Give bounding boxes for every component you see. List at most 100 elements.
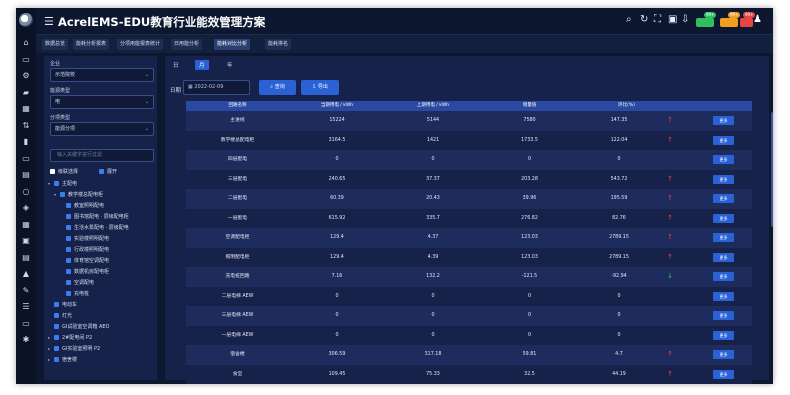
tree-node[interactable]: 电动车 — [62, 301, 77, 308]
tree-toggle-icon[interactable]: ▸ — [48, 357, 50, 362]
tree-search-input[interactable]: 输入关键字进行过滤 — [50, 149, 154, 162]
tree-node[interactable]: 数据机房配电柜 — [74, 268, 109, 275]
tree-checkbox[interactable] — [60, 192, 65, 197]
row-detail-button[interactable]: 更多 — [713, 116, 734, 125]
tree-checkbox[interactable] — [66, 236, 71, 241]
row-detail-button[interactable]: 更多 — [713, 350, 734, 359]
lock-icon[interactable]: ▲ — [16, 266, 36, 283]
tree-node[interactable]: 行政楼照明配电 — [74, 246, 109, 253]
vertical-scrollbar[interactable] — [771, 112, 773, 227]
notification-green-button[interactable] — [696, 18, 714, 27]
tree-toggle-icon[interactable]: ▸ — [48, 335, 50, 340]
tree-checkbox[interactable] — [54, 181, 59, 186]
sensor-icon[interactable]: ◈ — [16, 200, 36, 217]
tab-year[interactable]: 年 — [223, 60, 237, 70]
tree-checkbox[interactable] — [66, 258, 71, 263]
row-detail-button[interactable]: 更多 — [713, 252, 734, 262]
tree-node[interactable]: GI试验室空调箱 AEO — [62, 323, 109, 330]
tree-node[interactable]: 教学楼总配电柜 — [68, 191, 103, 198]
page-tab-active[interactable]: 能耗对比分析 — [214, 39, 251, 50]
query-button[interactable]: ⌕ 查询 — [259, 80, 296, 95]
tree-toggle-icon[interactable]: ▾ — [54, 192, 56, 197]
row-detail-button[interactable]: 更多 — [713, 311, 734, 320]
row-detail-button[interactable]: 更多 — [713, 233, 734, 242]
tree-checkbox[interactable] — [66, 247, 71, 252]
report-icon[interactable]: ▤ — [16, 250, 36, 267]
tree-checkbox[interactable] — [54, 335, 59, 340]
list-icon[interactable]: ☰ — [16, 299, 36, 316]
tree-checkbox[interactable] — [54, 346, 59, 351]
tree-toggle-icon[interactable]: ▾ — [48, 181, 50, 186]
tree-checkbox[interactable] — [66, 269, 71, 274]
tree-node[interactable]: 灯光 — [62, 312, 72, 319]
bar-chart-icon[interactable]: ▮ — [16, 134, 36, 151]
monitor-icon[interactable]: ▭ — [16, 52, 36, 69]
row-detail-button[interactable]: 更多 — [713, 272, 734, 281]
refresh-icon[interactable]: ↻ — [640, 14, 648, 25]
page-tab[interactable]: 日用能分析 — [171, 39, 203, 50]
table-icon[interactable]: ▦ — [16, 217, 36, 234]
tree-node[interactable]: 实验楼照明配电 — [74, 235, 109, 242]
page-tab[interactable]: 能耗分析报表 — [73, 39, 110, 50]
page-tab[interactable]: 能耗排名 — [265, 39, 292, 50]
tree-node[interactable]: 充电桩 — [74, 290, 89, 297]
row-detail-button[interactable]: 更多 — [713, 291, 734, 301]
tree-checkbox[interactable] — [54, 313, 59, 318]
tree-node[interactable]: 体育馆空调配电 — [74, 257, 109, 264]
tree-checkbox[interactable] — [66, 203, 71, 208]
search-icon[interactable]: ⌕ — [626, 14, 632, 25]
row-detail-button[interactable]: 更多 — [713, 174, 734, 184]
fullscreen-icon[interactable]: ⛶ — [654, 14, 661, 25]
file-icon[interactable]: ▭ — [16, 316, 36, 333]
enterprise-select[interactable]: 示范院校 ⌄ — [50, 68, 154, 82]
tree-checkbox[interactable] — [66, 291, 71, 296]
menu-toggle-icon[interactable]: ☰ — [44, 15, 54, 28]
row-detail-button[interactable]: 更多 — [713, 213, 734, 223]
transfer-icon[interactable]: ⇅ — [16, 118, 36, 135]
calendar-icon[interactable]: ▣ — [16, 233, 36, 250]
tree-node[interactable]: 宿舍楼 — [62, 356, 77, 363]
export-button[interactable]: ⇩ 导出 — [301, 80, 339, 95]
cascade-checkbox[interactable] — [50, 169, 55, 174]
tree-checkbox[interactable] — [66, 225, 71, 230]
tree-checkbox[interactable] — [54, 302, 59, 307]
tree-node[interactable]: 空调配电 — [74, 279, 94, 286]
row-detail-button[interactable]: 更多 — [713, 135, 734, 145]
tree-checkbox[interactable] — [54, 357, 59, 362]
row-detail-button[interactable]: 更多 — [713, 330, 734, 340]
tools-icon[interactable]: ✱ — [16, 332, 36, 349]
energy-icon[interactable]: ▭ — [16, 151, 36, 168]
notification-red-button[interactable] — [740, 18, 753, 27]
document-icon[interactable]: ▤ — [16, 167, 36, 184]
notification-orange-button[interactable] — [720, 18, 738, 27]
tree-checkbox[interactable] — [54, 324, 59, 329]
expand-all-checkbox[interactable] — [99, 169, 104, 174]
tree-node[interactable]: 主配电 — [62, 180, 77, 187]
tree-node[interactable]: 生活水泵配电 · 层级配电 — [74, 224, 129, 231]
tree-node[interactable]: 教室照明配电 — [74, 202, 104, 209]
tab-day[interactable]: 日 — [169, 60, 183, 70]
row-detail-button[interactable]: 更多 — [713, 194, 734, 203]
folder-icon[interactable]: ▰ — [16, 85, 36, 102]
tree-checkbox[interactable] — [66, 280, 71, 285]
subitem-type-select[interactable]: 能源分项 ⌄ — [50, 122, 154, 136]
tree-node[interactable]: 2#配电间 P2 — [62, 334, 92, 341]
gear-icon[interactable]: ⚙ — [16, 68, 36, 85]
grid-icon[interactable]: ▦ — [16, 101, 36, 118]
energy-type-select[interactable]: 电 ⌄ — [50, 95, 154, 109]
row-detail-button[interactable]: 更多 — [713, 369, 734, 379]
page-tab[interactable]: 分项用能报表统计 — [117, 39, 164, 50]
tab-month[interactable]: 月 — [195, 60, 209, 70]
home-icon[interactable]: ⌂ — [16, 35, 36, 52]
page-tab[interactable]: 数据总览 — [42, 39, 69, 50]
tree-checkbox[interactable] — [66, 214, 71, 219]
date-picker[interactable]: ▦ 2022-02-09 — [183, 80, 250, 95]
tree-node[interactable]: 图书馆配电 · 层级配电柜 — [74, 213, 129, 220]
bulb-icon[interactable]: ○ — [16, 184, 36, 201]
tree-toggle-icon[interactable]: ▸ — [48, 346, 50, 351]
user-icon[interactable]: ♟ — [753, 14, 762, 25]
tree-node[interactable]: GI实验室照明 P2 — [62, 345, 100, 352]
download-icon[interactable]: ⇩ — [681, 14, 689, 25]
row-detail-button[interactable]: 更多 — [713, 155, 734, 164]
image-icon[interactable]: ▣ — [668, 14, 677, 25]
